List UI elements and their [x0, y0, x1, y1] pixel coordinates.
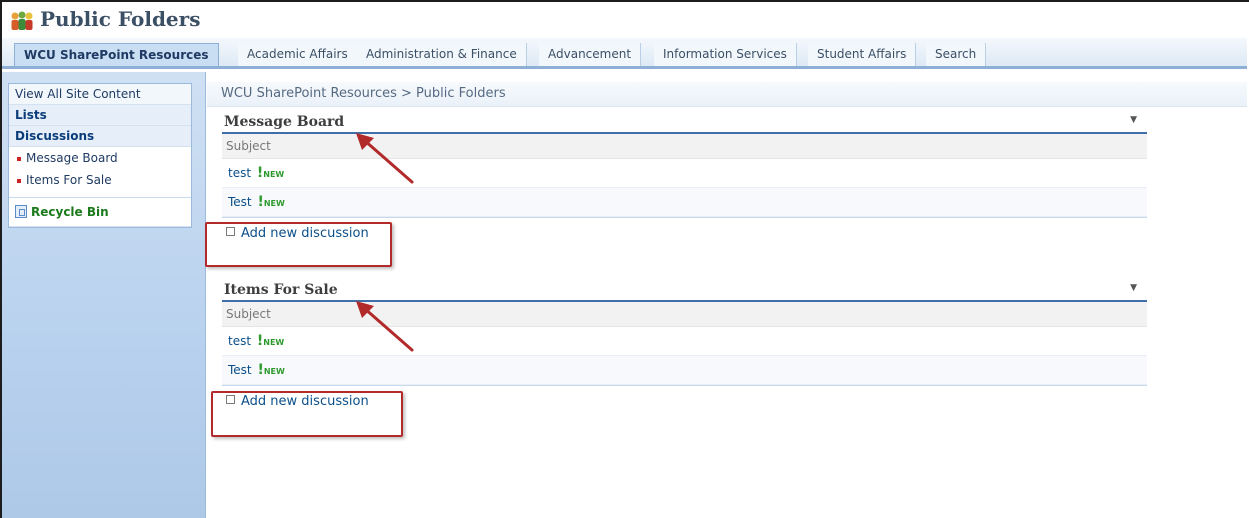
webpart-title[interactable]: Items For Sale — [224, 282, 338, 298]
tab-wcu-sharepoint-resources[interactable]: WCU SharePoint Resources — [14, 43, 219, 66]
callout-box — [211, 391, 403, 437]
lists-heading[interactable]: Lists — [9, 105, 191, 126]
new-badge: NEW — [263, 338, 285, 347]
new-badge: NEW — [263, 170, 285, 179]
annotation-arrow-icon — [356, 133, 414, 184]
annotation-arrow-icon — [356, 301, 414, 352]
breadcrumb[interactable]: WCU SharePoint Resources > Public Folder… — [221, 86, 506, 101]
recycle-bin-link[interactable]: Recycle Bin — [9, 197, 191, 227]
discussion-subject-link[interactable]: Test — [228, 195, 252, 209]
tab-information-services[interactable]: Information Services — [654, 43, 797, 66]
recycle-bin-label: Recycle Bin — [31, 205, 109, 219]
callout-box — [205, 222, 392, 267]
bullet-icon — [17, 156, 21, 161]
recycle-bin-icon — [15, 205, 27, 218]
quick-launch: View All Site Content Lists Discussions … — [2, 72, 206, 518]
top-nav-tabs: WCU SharePoint Resources Academic Affair… — [2, 38, 1247, 69]
title-bar: Public Folders — [2, 2, 1247, 38]
tab-search[interactable]: Search — [926, 43, 987, 66]
discussion-subject-link[interactable]: test — [228, 334, 251, 348]
list-item[interactable]: Test !NEW — [222, 356, 1147, 385]
new-badge: NEW — [263, 199, 285, 208]
sidebar-item-label: Items For Sale — [26, 173, 112, 187]
page-title: Public Folders — [40, 7, 201, 31]
sidebar-item-label: Message Board — [26, 151, 118, 165]
quick-launch-panel: View All Site Content Lists Discussions … — [8, 83, 192, 228]
webpart-menu-icon[interactable]: ▼ — [1130, 115, 1137, 125]
tab-academic-affairs[interactable]: Academic Affairs — [238, 43, 358, 66]
people-icon — [11, 11, 33, 30]
tab-student-affairs[interactable]: Student Affairs — [808, 43, 917, 66]
sidebar-item-message-board[interactable]: Message Board — [9, 147, 191, 169]
new-badge: NEW — [263, 367, 285, 376]
tab-administration-finance[interactable]: Administration & Finance — [357, 43, 527, 66]
discussions-heading[interactable]: Discussions — [9, 126, 191, 147]
webpart-menu-icon[interactable]: ▼ — [1130, 283, 1137, 293]
tab-advancement[interactable]: Advancement — [539, 43, 642, 66]
discussion-subject-link[interactable]: test — [228, 166, 251, 180]
sidebar-item-items-for-sale[interactable]: Items For Sale — [9, 169, 191, 197]
list-item[interactable]: Test !NEW — [222, 188, 1147, 217]
view-all-site-content-link[interactable]: View All Site Content — [9, 84, 191, 105]
breadcrumb-bar: WCU SharePoint Resources > Public Folder… — [207, 82, 1247, 107]
webpart-title[interactable]: Message Board — [224, 114, 344, 130]
discussion-subject-link[interactable]: Test — [228, 363, 252, 377]
bullet-icon — [17, 178, 21, 183]
